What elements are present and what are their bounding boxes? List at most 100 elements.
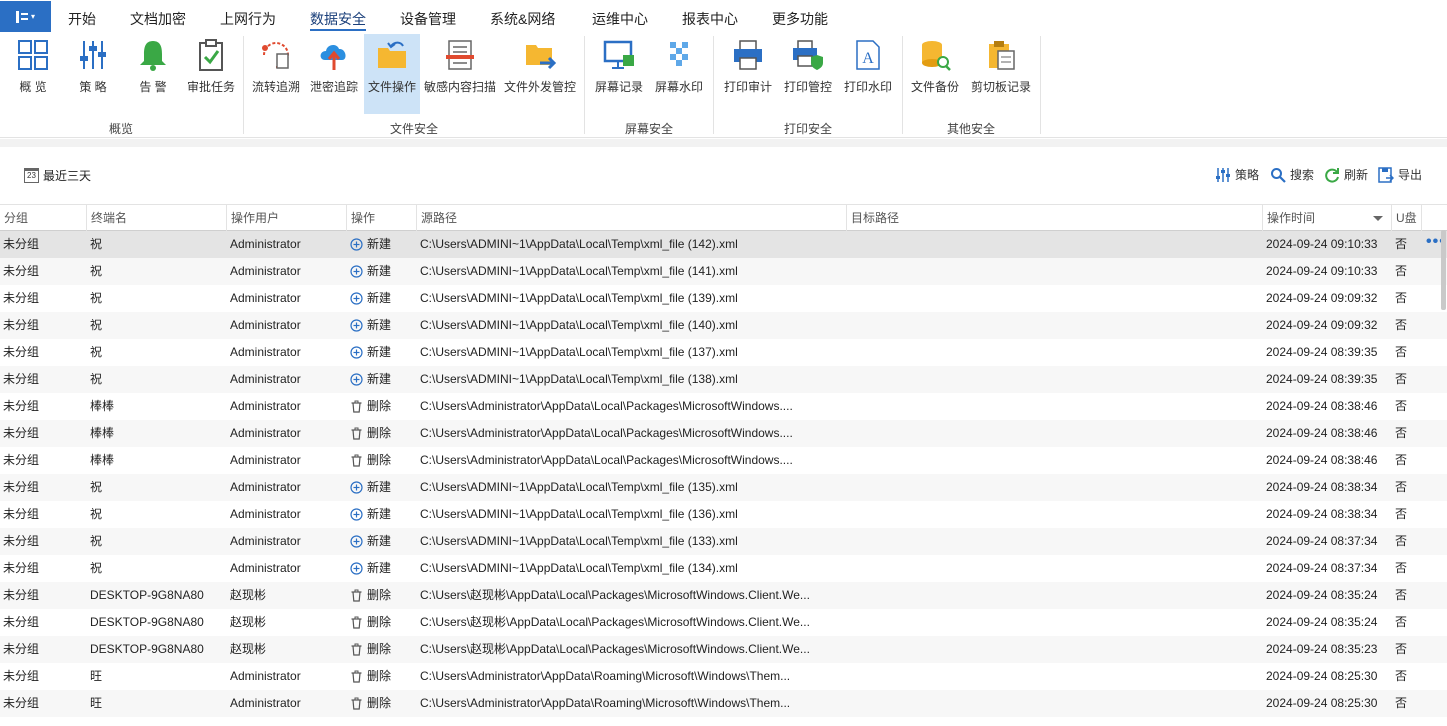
cell-target-path	[847, 663, 1263, 690]
ribbon-file-backup-button[interactable]: 文件备份	[908, 34, 962, 114]
cell-usb: 否	[1395, 426, 1408, 440]
ribbon-clipboard-log-button[interactable]: 剪切板记录	[967, 34, 1035, 114]
cell-target-path	[847, 474, 1263, 501]
ribbon-leak-trace-button[interactable]: 泄密追踪	[307, 34, 361, 114]
ribbon-policy-button[interactable]: 策 略	[68, 34, 118, 114]
table-row[interactable]: 未分组 棒棒 Administrator 删除 C:\Users\Administrat…	[0, 420, 1447, 447]
table-row[interactable]: 未分组 祝 Administrator 新建 C:\Users\ADMINI~1\App…	[0, 555, 1447, 582]
plus-circle-icon	[350, 535, 363, 548]
menu-tab-report-center[interactable]: 报表中心	[682, 9, 738, 31]
column-header-user[interactable]: 操作用户	[227, 205, 347, 231]
table-row[interactable]: 未分组 旺 Administrator 删除 C:\Users\Administrato…	[0, 663, 1447, 690]
table-row[interactable]: 未分组 祝 Administrator 新建 C:\Users\ADMINI~1\App…	[0, 312, 1447, 339]
cell-user: Administrator	[230, 453, 301, 467]
ribbon-group-other-security: 其他安全	[947, 122, 996, 136]
menu-tab-data-security[interactable]: 数据安全	[310, 9, 366, 31]
chevron-down-icon: ▾	[30, 12, 35, 21]
ribbon-sensitive-scan-button[interactable]: 敏感内容扫描	[422, 34, 498, 114]
refresh-button[interactable]: 刷新	[1324, 166, 1368, 183]
policy-label: 策略	[1235, 168, 1260, 182]
cell-user: Administrator	[230, 264, 301, 278]
cell-target-path	[847, 528, 1263, 555]
cell-source-path: C:\Users\ADMINI~1\AppData\Local\Temp\xml…	[420, 237, 738, 251]
menu-tab-web-behavior[interactable]: 上网行为	[220, 9, 276, 31]
operation-label: 新建	[367, 345, 392, 359]
column-header-operation[interactable]: 操作	[347, 205, 417, 231]
cell-group: 未分组	[3, 642, 40, 656]
date-range-button[interactable]: 23 最近三天	[24, 167, 91, 184]
ribbon-overview-button[interactable]: 概 览	[8, 34, 58, 114]
cell-operation: 删除	[347, 582, 417, 609]
ribbon-file-ops-button[interactable]: 文件操作	[364, 34, 420, 114]
column-header-usb[interactable]: U盘	[1392, 205, 1422, 231]
cell-operation: 删除	[347, 690, 417, 717]
column-header-source-path[interactable]: 源路径	[417, 205, 847, 231]
operation-label: 删除	[367, 615, 392, 629]
menu-tab-system-network[interactable]: 系统&网络	[490, 9, 555, 31]
table-row[interactable]: 未分组 棒棒 Administrator 删除 C:\Users\Administrat…	[0, 393, 1447, 420]
ribbon-print-control-button[interactable]: 打印管控	[780, 34, 836, 114]
ribbon-label: 打印审计	[723, 80, 772, 94]
sort-desc-icon[interactable]	[1373, 216, 1383, 221]
cell-source-path: C:\Users\Administrator\AppData\Local\Pac…	[420, 426, 793, 440]
sliders-icon	[80, 41, 106, 69]
table-row[interactable]: 未分组 祝 Administrator 新建 C:\Users\ADMINI~1\App…	[0, 339, 1447, 366]
table-row[interactable]: 未分组 祝 Administrator 新建 C:\Users\ADMINI~1\App…	[0, 231, 1447, 258]
ribbon-approval-button[interactable]: 审批任务	[184, 34, 238, 114]
ribbon-file-outbound-button[interactable]: 文件外发管控	[502, 34, 578, 114]
table-row[interactable]: 未分组 祝 Administrator 新建 C:\Users\ADMINI~1\App…	[0, 366, 1447, 393]
operation-label: 删除	[367, 669, 392, 683]
ribbon-screen-record-button[interactable]: 屏幕记录	[592, 34, 646, 114]
operation-label: 新建	[367, 534, 392, 548]
ribbon-flow-trace-button[interactable]: 流转追溯	[249, 34, 303, 114]
operation-label: 新建	[367, 237, 392, 251]
column-header-time-label: 操作时间	[1267, 211, 1316, 225]
menu-tab-ops-center[interactable]: 运维中心	[592, 9, 648, 31]
search-button[interactable]: 搜索	[1270, 166, 1314, 183]
table-row[interactable]: 未分组 DESKTOP-9G8NA80 赵现彬 删除 C:\Users\赵现彬\AppD…	[0, 609, 1447, 636]
date-range-label: 最近三天	[43, 169, 92, 183]
table-row[interactable]: 未分组 祝 Administrator 新建 C:\Users\ADMINI~1\App…	[0, 285, 1447, 312]
menu-tab-start[interactable]: 开始	[68, 9, 96, 31]
cell-terminal: 祝	[90, 480, 103, 494]
cell-time: 2024-09-24 08:39:35	[1266, 345, 1378, 359]
ribbon-print-audit-button[interactable]: 打印审计	[721, 34, 775, 114]
cell-operation: 删除	[347, 447, 417, 474]
ribbon-print-watermark-button[interactable]: A 打印水印	[841, 34, 895, 114]
ribbon-label: 文件备份	[910, 80, 959, 94]
policy-button[interactable]: 策略	[1215, 166, 1259, 183]
menu-tab-more[interactable]: 更多功能	[772, 9, 828, 31]
table-row[interactable]: 未分组 祝 Administrator 新建 C:\Users\ADMINI~1\App…	[0, 258, 1447, 285]
cell-operation: 新建	[347, 555, 417, 582]
column-header-terminal[interactable]: 终端名	[87, 205, 227, 231]
cell-time: 2024-09-24 08:38:34	[1266, 480, 1378, 494]
menu-tab-device-management[interactable]: 设备管理	[400, 9, 456, 31]
export-button[interactable]: 导出	[1378, 166, 1422, 183]
app-menu-button[interactable]: ▾	[0, 1, 51, 32]
table-row[interactable]: 未分组 棒棒 Administrator 删除 C:\Users\Administrat…	[0, 447, 1447, 474]
cell-terminal: 祝	[90, 318, 103, 332]
ribbon-screen-watermark-button[interactable]: 屏幕水印	[652, 34, 706, 114]
cell-group: 未分组	[3, 237, 40, 251]
column-header-target-path[interactable]: 目标路径	[847, 205, 1263, 231]
ribbon-alert-button[interactable]: 告 警	[128, 34, 178, 114]
column-header-time[interactable]: 操作时间	[1263, 205, 1392, 231]
table-row[interactable]: 未分组 祝 Administrator 新建 C:\Users\ADMINI~1\App…	[0, 528, 1447, 555]
table-row[interactable]: 未分组 祝 Administrator 新建 C:\Users\ADMINI~1\App…	[0, 474, 1447, 501]
cell-terminal: DESKTOP-9G8NA80	[90, 588, 204, 602]
ribbon-divider	[0, 139, 1447, 147]
menu-tab-doc-encryption[interactable]: 文档加密	[130, 9, 186, 31]
menu-bar: ▾ 开始 文档加密 上网行为 数据安全 设备管理 系统&网络 运维中心 报表中心…	[0, 0, 1447, 34]
cell-operation: 删除	[347, 393, 417, 420]
table-row[interactable]: 未分组 旺 Administrator 删除 C:\Users\Administrato…	[0, 690, 1447, 717]
column-header-group[interactable]: 分组	[0, 205, 87, 231]
table-row[interactable]: 未分组 DESKTOP-9G8NA80 赵现彬 删除 C:\Users\赵现彬\AppD…	[0, 636, 1447, 663]
table-body: 未分组祝 Administrator 新建 C:\Users\ADMINI~1\App…	[0, 231, 1447, 717]
table-row[interactable]: 未分组 DESKTOP-9G8NA80 赵现彬 删除 C:\Users\赵现彬\AppD…	[0, 582, 1447, 609]
vertical-scrollbar[interactable]	[1441, 230, 1446, 310]
cell-operation: 删除	[347, 609, 417, 636]
cell-user: 赵现彬	[230, 588, 267, 602]
table-row[interactable]: 未分组 祝 Administrator 新建 C:\Users\ADMINI~1\App…	[0, 501, 1447, 528]
ribbon-separator	[243, 36, 244, 134]
table-header: 分组 终端名 操作用户 操作 源路径 目标路径 操作时间 U盘	[0, 204, 1447, 231]
